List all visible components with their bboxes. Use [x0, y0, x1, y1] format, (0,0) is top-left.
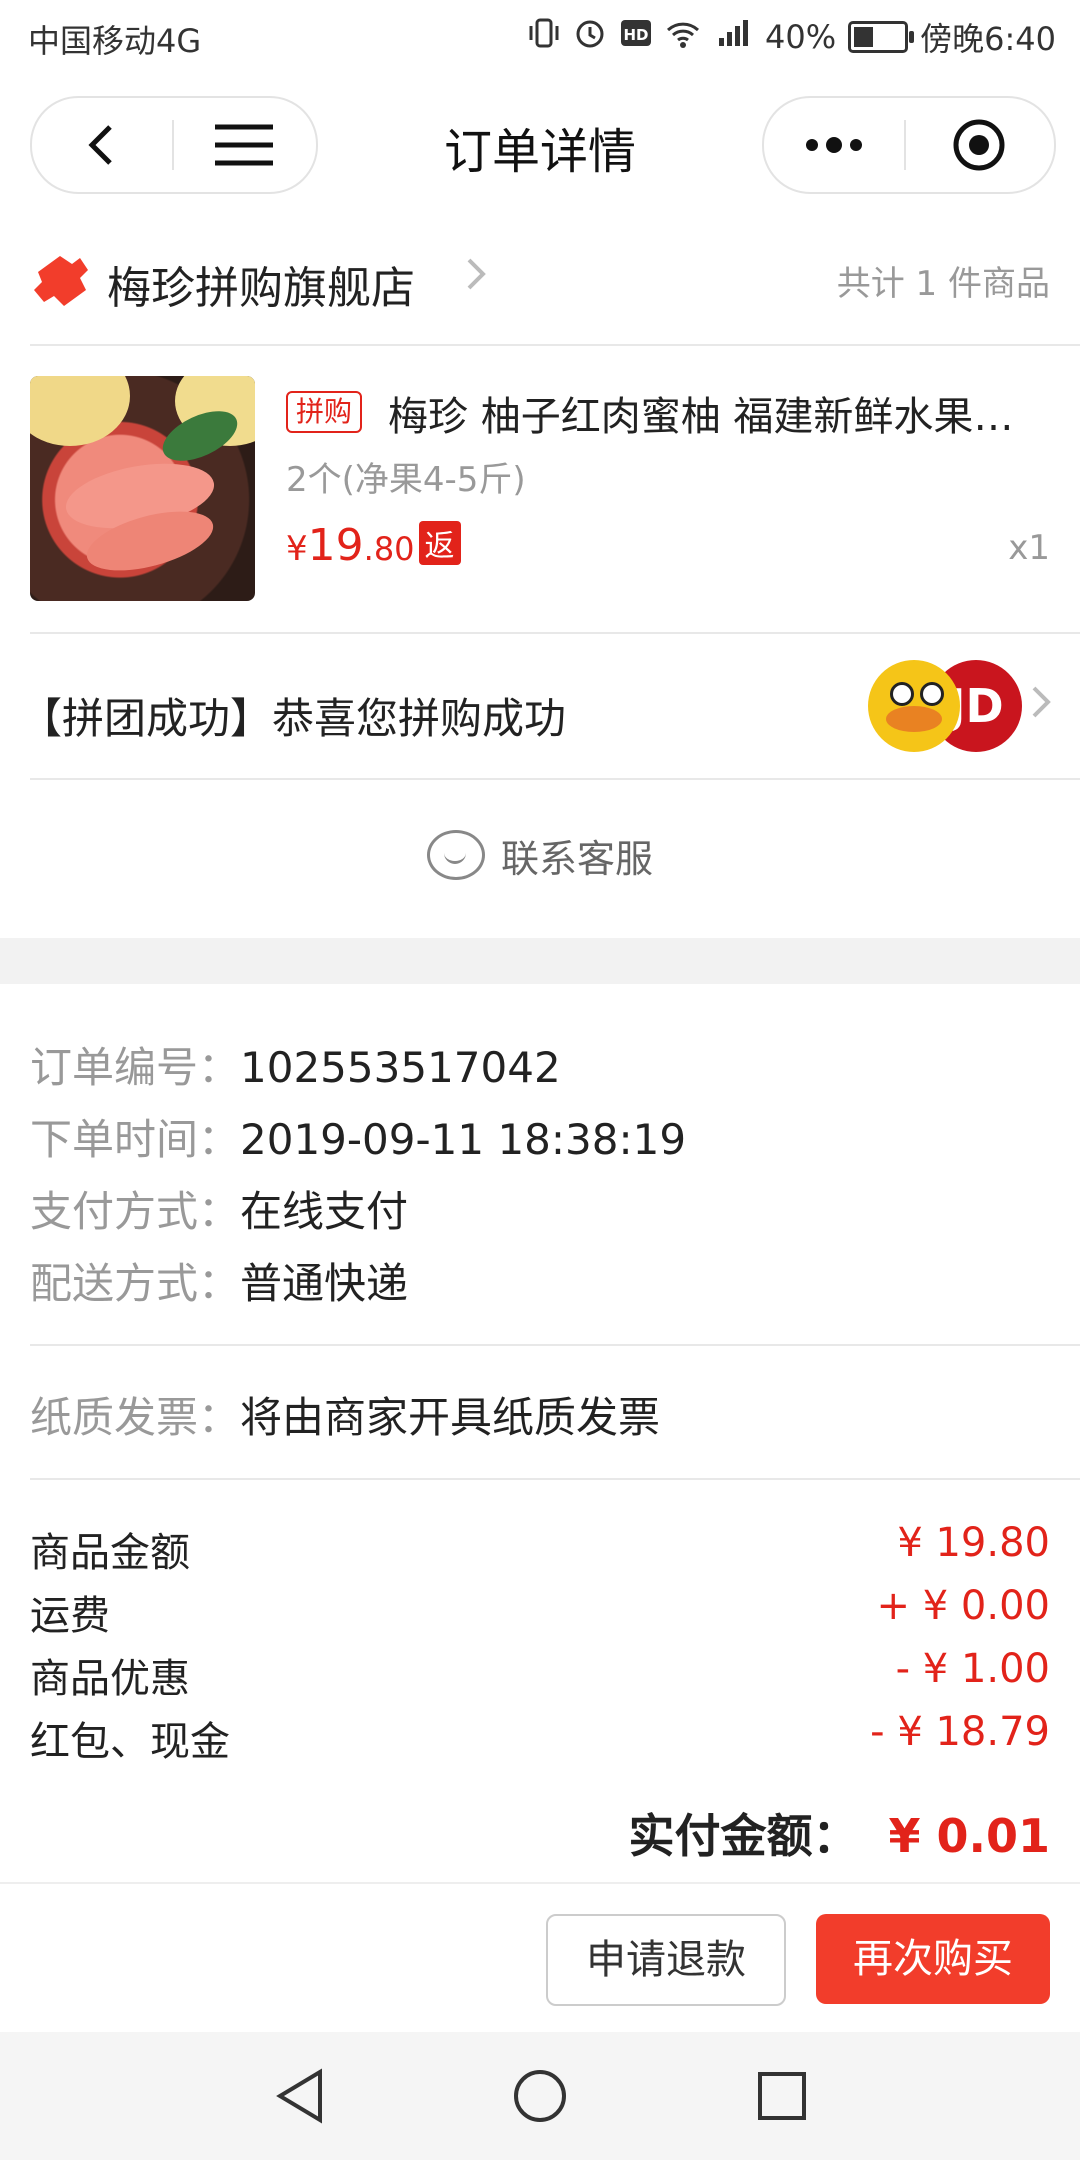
divider	[30, 632, 1080, 634]
group-buy-tag: 拼购	[286, 391, 363, 433]
alarm-icon	[573, 16, 607, 58]
fee-value: - ¥ 18.79	[870, 1709, 1050, 1755]
paid-amount-row: 实付金额： ¥ 0.01	[628, 1800, 1050, 1866]
fee-label: 红包、现金	[30, 1719, 230, 1765]
back-triangle-icon[interactable]	[274, 2068, 326, 2128]
delivery-method-row: 配送方式：普通快递	[30, 1250, 408, 1311]
hd-icon: HD	[619, 16, 653, 58]
info-label: 下单时间：	[30, 1115, 241, 1164]
fee-label: 运费	[30, 1593, 110, 1639]
chevron-right-icon[interactable]	[1030, 682, 1054, 732]
chat-icon	[426, 830, 485, 880]
divider	[30, 1478, 1080, 1480]
info-label: 订单编号：	[30, 1043, 241, 1092]
recents-square-icon[interactable]	[756, 2070, 808, 2126]
carrier-label: 中国移动4G	[28, 22, 202, 60]
info-label: 配送方式：	[30, 1259, 241, 1308]
svg-text:HD: HD	[623, 26, 648, 44]
invoice-row: 纸质发票：将由商家开具纸质发票	[30, 1384, 660, 1445]
payment-method: 在线支付	[240, 1187, 409, 1236]
invoice-value: 将由商家开具纸质发票	[240, 1393, 661, 1442]
fee-row: 运费 + ¥ 0.00	[30, 1583, 1050, 1641]
fee-value: ¥ 19.80	[897, 1520, 1050, 1566]
vibrate-icon	[527, 16, 561, 58]
rebate-tag: 返	[418, 521, 461, 565]
wifi-icon	[665, 16, 701, 58]
product-price: ¥19.80 返	[286, 520, 461, 571]
battery-percent: 40%	[765, 18, 837, 56]
nav-right-capsule	[762, 96, 1056, 194]
fee-label: 商品金额	[30, 1530, 190, 1576]
paid-label: 实付金额：	[628, 1809, 859, 1863]
order-number-row: 订单编号：102553517042	[30, 1034, 561, 1095]
signal-icon	[713, 16, 753, 58]
price-symbol: ¥	[286, 529, 308, 569]
group-status-text[interactable]: 【拼团成功】恭喜您拼购成功	[20, 685, 566, 746]
fee-value: - ¥ 1.00	[895, 1646, 1050, 1692]
payment-method-row: 支付方式：在线支付	[30, 1178, 408, 1239]
contact-service-button[interactable]: 联系客服	[0, 828, 1080, 883]
product-quantity: x1	[1008, 528, 1050, 568]
fee-label: 商品优惠	[30, 1656, 190, 1702]
paid-amount: ¥ 0.01	[888, 1809, 1050, 1863]
store-name[interactable]: 梅珍拼购旗舰店	[107, 252, 415, 316]
refund-button[interactable]: 申请退款	[546, 1914, 786, 2006]
order-number[interactable]: 102553517042	[240, 1043, 561, 1092]
product-image[interactable]	[30, 376, 255, 601]
order-time-row: 下单时间：2019-09-11 18:38:19	[30, 1106, 686, 1167]
avatar	[868, 660, 960, 752]
item-count: 共计 1 件商品	[836, 264, 1050, 304]
fee-row: 商品金额 ¥ 19.80	[30, 1520, 1050, 1578]
price-integer: 19	[307, 520, 364, 571]
delivery-method: 普通快递	[240, 1259, 409, 1308]
battery-icon	[848, 21, 915, 53]
divider	[30, 344, 1080, 346]
fee-value: + ¥ 0.00	[876, 1583, 1050, 1629]
home-circle-icon[interactable]	[512, 2068, 568, 2128]
divider	[30, 1344, 1080, 1346]
divider	[30, 778, 1080, 780]
close-target-icon[interactable]	[906, 117, 1052, 173]
clock: 傍晚6:40	[920, 20, 1056, 58]
fee-row: 商品优惠 - ¥ 1.00	[30, 1646, 1050, 1704]
store-logo-icon	[30, 250, 90, 310]
info-label: 支付方式：	[30, 1187, 241, 1236]
info-label: 纸质发票：	[30, 1393, 241, 1442]
fee-row: 红包、现金 - ¥ 18.79	[30, 1709, 1050, 1767]
section-gap	[0, 938, 1080, 984]
status-bar: 中国移动4G HD 40% 傍晚6:40	[0, 0, 1080, 72]
contact-service-label: 联系客服	[500, 837, 653, 881]
product-spec: 2个(净果4-5斤)	[286, 460, 526, 500]
product-title[interactable]: 梅珍 柚子红肉蜜柚 福建新鲜水果应季	[388, 384, 1043, 442]
system-navigation-bar	[0, 2032, 1080, 2160]
more-icon[interactable]	[764, 135, 904, 155]
rebuy-button[interactable]: 再次购买	[816, 1914, 1050, 2004]
chevron-right-icon[interactable]	[465, 254, 489, 304]
order-time: 2019-09-11 18:38:19	[240, 1115, 687, 1164]
price-decimal: .80	[363, 530, 415, 568]
